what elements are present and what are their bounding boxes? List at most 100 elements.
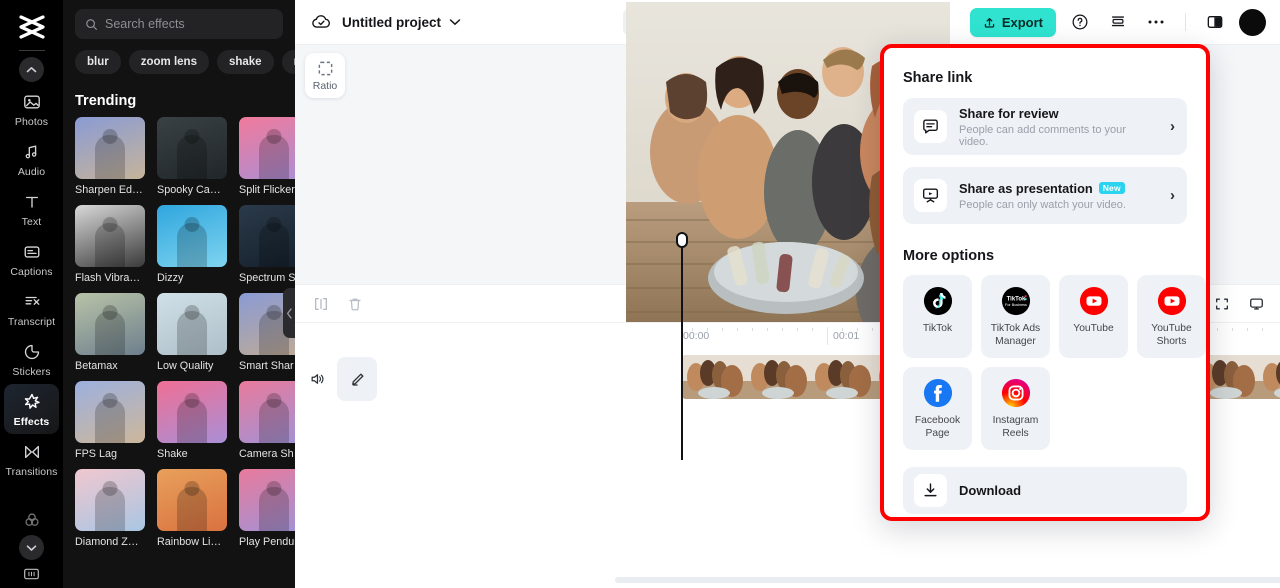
sidebar-item-effects[interactable]: Effects [4, 384, 59, 434]
playhead-handle[interactable] [676, 232, 688, 248]
keyboard-icon[interactable] [21, 564, 43, 584]
effect-thumbnail[interactable] [239, 205, 295, 267]
ratio-label: Ratio [312, 79, 338, 92]
effect-thumbnail[interactable] [75, 117, 145, 179]
split-icon[interactable] [311, 294, 331, 314]
effect-thumbnail[interactable] [75, 205, 145, 267]
tiktok-business-icon: TikTok For Business [1001, 286, 1031, 316]
share-for-review-row[interactable]: Share for review People can add comments… [903, 98, 1187, 155]
ruler-label: 00:01 [833, 330, 860, 342]
tag-chip[interactable]: zoom lens [128, 50, 209, 74]
sidebar-item-label: Transcript [7, 316, 56, 328]
project-name[interactable]: Untitled project [342, 15, 441, 30]
speaker-icon[interactable] [307, 369, 327, 389]
tag-chip[interactable]: retro [281, 50, 295, 74]
share-option-tiktok[interactable]: TikTok [903, 275, 972, 358]
effect-thumbnail[interactable] [157, 381, 227, 443]
effect-item[interactable]: Flash Vibra… [75, 205, 145, 284]
effect-item[interactable]: FPS Lag [75, 381, 145, 460]
crop-frame-icon [317, 60, 334, 77]
effect-item[interactable]: Split Flicker [239, 117, 295, 196]
effect-item[interactable]: Rainbow Li… [157, 469, 227, 548]
capcut-logo-icon[interactable] [15, 12, 49, 42]
share-popover: Share link Share for review People can a… [880, 44, 1210, 521]
effect-thumbnail[interactable] [75, 381, 145, 443]
share-option-facebook-page[interactable]: Facebook Page [903, 367, 972, 450]
effect-thumbnail[interactable] [157, 117, 227, 179]
share-option-youtube[interactable]: YouTube [1059, 275, 1128, 358]
effect-thumbnail[interactable] [157, 469, 227, 531]
sidebar-item-transitions[interactable]: Transitions [4, 434, 59, 484]
facebook-icon [923, 378, 953, 408]
edit-clip-button[interactable] [337, 357, 377, 401]
share-row-subtitle: People can add comments to your video. [959, 123, 1126, 148]
effect-item[interactable]: Betamax [75, 293, 145, 372]
export-button[interactable]: Export [969, 7, 1056, 37]
effect-item[interactable]: Low Quality [157, 293, 227, 372]
ratio-button[interactable]: Ratio [305, 53, 345, 98]
chevron-down-icon[interactable] [449, 18, 461, 26]
effect-thumbnail[interactable] [157, 293, 227, 355]
search-icon [85, 18, 98, 31]
instagram-icon [1001, 378, 1031, 408]
share-option-instagram-reels[interactable]: Instagram Reels [981, 367, 1050, 450]
sidebar-item-audio[interactable]: Audio [4, 134, 59, 184]
cloud-saved-icon[interactable] [311, 13, 332, 31]
layers-button[interactable] [1104, 8, 1132, 36]
image-icon [21, 91, 43, 113]
ruler-minor-tick [1262, 328, 1263, 331]
effect-thumbnail[interactable] [239, 469, 295, 531]
search-input[interactable]: Search effects [75, 9, 283, 39]
sticker-icon [21, 341, 43, 363]
effect-thumbnail[interactable] [239, 381, 295, 443]
effect-thumbnail[interactable] [157, 205, 227, 267]
sidebar-item-photos[interactable]: Photos [4, 84, 59, 134]
more-options-button[interactable] [1142, 8, 1170, 36]
rail-scroll-up-button[interactable] [19, 57, 44, 82]
fullscreen-icon[interactable] [1212, 294, 1232, 314]
sidebar-item-transcript[interactable]: Transcript [4, 284, 59, 334]
timeline-scrollbar[interactable] [615, 577, 1280, 583]
avatar[interactable] [1239, 8, 1266, 36]
effect-item[interactable]: Spooky Ca… [157, 117, 227, 196]
effect-label: Flash Vibra… [75, 272, 141, 284]
effect-thumbnail[interactable] [75, 293, 145, 355]
sidebar-item-stickers[interactable]: Stickers [4, 334, 59, 384]
download-label: Download [959, 483, 1022, 498]
share-option-tiktok-ads-manager[interactable]: TikTok For Business TikTok Ads Manager [981, 275, 1050, 358]
sidebar-item-text[interactable]: Text [4, 184, 59, 234]
effect-thumbnail[interactable] [239, 117, 295, 179]
effect-item[interactable]: Play Pendul… [239, 469, 295, 548]
clip-frame [1258, 355, 1280, 399]
captions-icon [21, 241, 43, 263]
panel-layout-toggle[interactable] [1201, 8, 1229, 36]
effect-item[interactable]: Spectrum S… [239, 205, 295, 284]
effect-item[interactable]: Shake [157, 381, 227, 460]
effect-thumbnail[interactable] [75, 469, 145, 531]
ruler-minor-tick [857, 328, 858, 331]
effect-item[interactable]: Camera Sh… [239, 381, 295, 460]
monitor-icon[interactable] [1246, 294, 1266, 314]
rail-scroll-down-button[interactable] [19, 535, 44, 560]
ruler-minor-tick [707, 328, 708, 331]
more-options-heading: More options [903, 248, 995, 264]
tag-chip[interactable]: shake [216, 50, 274, 74]
effect-item[interactable]: Diamond Z… [75, 469, 145, 548]
chevron-right-icon: › [1170, 187, 1175, 204]
tag-chip[interactable]: blur [75, 50, 121, 74]
ruler-minor-tick [722, 328, 723, 331]
playhead[interactable] [681, 232, 683, 460]
tiktok-icon [923, 286, 953, 316]
sidebar-item-captions[interactable]: Captions [4, 234, 59, 284]
share-as-presentation-row[interactable]: Share as presentation New People can onl… [903, 167, 1187, 224]
effect-item[interactable]: Dizzy [157, 205, 227, 284]
help-button[interactable] [1066, 8, 1094, 36]
ruler-minor-tick [1247, 328, 1248, 331]
trash-icon[interactable] [345, 294, 365, 314]
download-button[interactable]: Download [903, 467, 1187, 514]
panel-collapse-button[interactable] [283, 288, 295, 338]
share-option-youtube-shorts[interactable]: YouTube Shorts [1137, 275, 1206, 358]
share-option-label: YouTube Shorts [1151, 323, 1192, 347]
effect-item[interactable]: Sharpen Ed… [75, 117, 145, 196]
filters-circles-icon[interactable] [21, 509, 43, 531]
